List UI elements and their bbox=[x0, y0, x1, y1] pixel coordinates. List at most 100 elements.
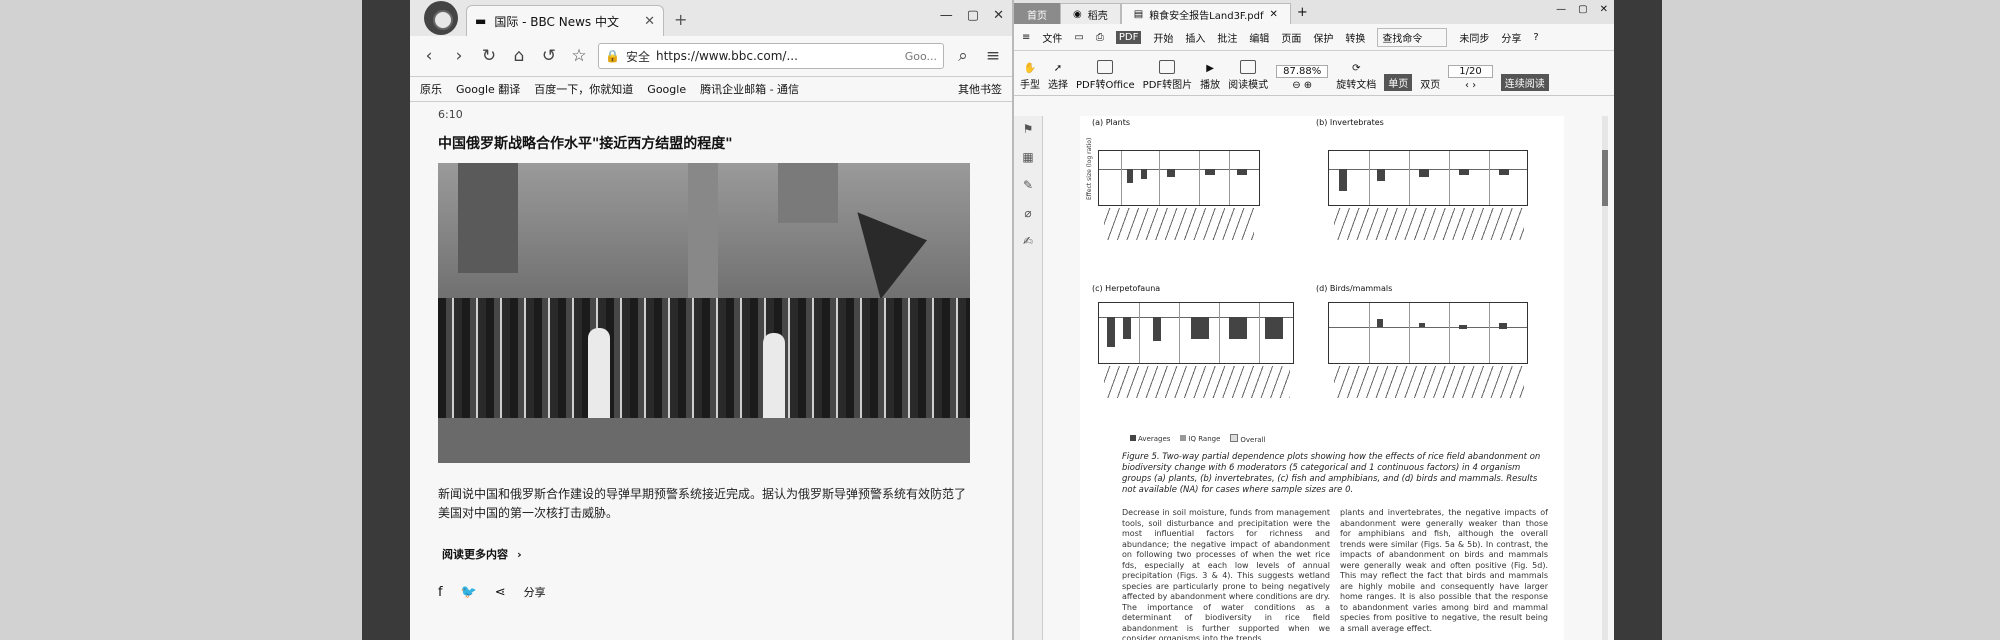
reading-mode-label: 阅读模式 bbox=[1228, 80, 1269, 91]
zoom-icons: ⊖ ⊕ bbox=[1292, 80, 1313, 91]
figure-a-title: (a) Plants bbox=[1092, 118, 1131, 127]
figure-d-plot bbox=[1328, 302, 1528, 364]
pdf-to-office-button[interactable]: PDF转Office bbox=[1076, 60, 1135, 91]
effect-bar bbox=[1459, 169, 1469, 175]
bookmark-item[interactable]: 百度一下，你就知道 bbox=[534, 81, 633, 97]
maximize-button[interactable]: ▢ bbox=[967, 8, 979, 23]
menu-convert[interactable]: 转换 bbox=[1345, 30, 1365, 45]
folder-icon[interactable]: ▭ bbox=[1074, 32, 1083, 43]
photo-troops bbox=[438, 298, 970, 438]
page-control[interactable]: 1/20 ‹ › bbox=[1448, 65, 1493, 91]
menu-icon[interactable]: ≡ bbox=[982, 46, 1004, 66]
back-icon[interactable]: ‹ bbox=[418, 46, 440, 66]
pdf-menu-bar: ≡ 文件 ▭ ⎙ PDF 开始 插入 批注 编辑 页面 保护 转换 查找命令 未… bbox=[1014, 24, 1614, 51]
read-more-link[interactable]: 阅读更多内容 bbox=[442, 548, 508, 561]
play-button[interactable]: ▶ 播放 bbox=[1200, 63, 1220, 91]
bookmarks-more[interactable]: 其他书签 bbox=[958, 81, 1002, 97]
zero-line bbox=[1329, 327, 1527, 328]
figure-b-x-labels bbox=[1334, 208, 1524, 240]
photo-tower bbox=[458, 163, 518, 273]
comment-icon[interactable]: ✎ bbox=[1023, 178, 1033, 192]
thumbnail-icon[interactable]: ▦ bbox=[1022, 150, 1033, 164]
chevron-right-icon[interactable]: › bbox=[517, 548, 522, 561]
twitter-icon[interactable]: 🐦 bbox=[461, 585, 477, 600]
print-icon[interactable]: ⎙ bbox=[1096, 32, 1104, 43]
undo-icon[interactable]: ↺ bbox=[538, 46, 560, 66]
menu-edit[interactable]: 编辑 bbox=[1249, 30, 1269, 45]
grid-line bbox=[1139, 303, 1140, 363]
single-page-button[interactable]: 单页 bbox=[1384, 74, 1413, 91]
page-nav-icons: ‹ › bbox=[1464, 80, 1477, 91]
menu-start[interactable]: 开始 bbox=[1153, 30, 1173, 45]
figure-b-plot bbox=[1328, 150, 1528, 206]
browser-tab[interactable]: ▬ 国际 - BBC News 中文 ✕ bbox=[466, 5, 664, 36]
reload-icon[interactable]: ↻ bbox=[478, 46, 500, 66]
figure-b-title: (b) Invertebrates bbox=[1316, 118, 1384, 127]
pdf-tab-document[interactable]: ▤ 粮食安全报告Land3F.pdf ✕ bbox=[1120, 3, 1291, 24]
bookmark-item[interactable]: Google bbox=[647, 83, 686, 96]
facebook-icon[interactable]: f bbox=[438, 585, 443, 600]
zoom-control[interactable]: 87.88% ⊖ ⊕ bbox=[1276, 65, 1329, 91]
browser-logo-icon[interactable] bbox=[424, 1, 458, 35]
forward-icon[interactable]: › bbox=[448, 46, 470, 66]
sync-status[interactable]: 未同步 bbox=[1459, 30, 1489, 45]
device-screen: ▬ 国际 - BBC News 中文 ✕ + — ▢ ✕ ‹ › ↻ ⌂ ↺ ☆… bbox=[410, 0, 1614, 640]
new-tab-icon[interactable]: + bbox=[674, 10, 687, 29]
effect-bar bbox=[1191, 317, 1209, 339]
menu-comment[interactable]: 批注 bbox=[1217, 30, 1237, 45]
article-headline[interactable]: 中国俄罗斯战略合作水平"接近西方结盟的程度" bbox=[438, 133, 968, 153]
hand-tool-button[interactable]: ✋ 手型 bbox=[1020, 63, 1040, 91]
effect-bar bbox=[1153, 317, 1161, 341]
pdf-scrollbar[interactable] bbox=[1602, 116, 1608, 640]
close-tab-icon[interactable]: ✕ bbox=[1269, 9, 1277, 20]
share-button[interactable]: 分享 bbox=[1501, 30, 1521, 45]
signature-icon[interactable]: ✍ bbox=[1023, 234, 1033, 248]
menu-insert[interactable]: 插入 bbox=[1185, 30, 1205, 45]
bookmark-item[interactable]: 腾讯企业邮箱 - 通信 bbox=[700, 81, 799, 97]
bookmark-icon[interactable]: ⚑ bbox=[1023, 122, 1034, 136]
minimize-button[interactable]: — bbox=[1556, 4, 1566, 15]
find-command-input[interactable]: 查找命令 bbox=[1377, 27, 1448, 47]
continuous-button[interactable]: 连续阅读 bbox=[1500, 74, 1549, 91]
attachment-icon[interactable]: ⌀ bbox=[1024, 206, 1031, 220]
pdf-home-tab[interactable]: 首页 bbox=[1014, 3, 1060, 24]
maximize-button[interactable]: ▢ bbox=[1578, 4, 1587, 15]
menu-file[interactable]: 文件 bbox=[1042, 30, 1062, 45]
new-tab-icon[interactable]: + bbox=[1297, 5, 1308, 20]
rotate-button[interactable]: ⟳ 旋转文档 bbox=[1336, 63, 1376, 91]
address-url: https://www.bbc.com/... bbox=[655, 49, 798, 63]
image-icon bbox=[1159, 60, 1176, 74]
select-tool-button[interactable]: ➚ 选择 bbox=[1048, 63, 1068, 91]
grid-line bbox=[1121, 151, 1122, 205]
pdf-page: (a) Plants Effect size (log ratio) (b) I… bbox=[1080, 116, 1564, 640]
zoom-value[interactable]: 87.88% bbox=[1276, 65, 1329, 78]
pdf-tab-daoke[interactable]: ◉ 稻壳 bbox=[1060, 3, 1121, 24]
grid-line bbox=[1409, 303, 1410, 363]
close-tab-icon[interactable]: ✕ bbox=[644, 14, 655, 29]
effect-bar bbox=[1459, 325, 1467, 329]
share-count[interactable]: 分享 bbox=[524, 584, 546, 600]
home-icon[interactable]: ⌂ bbox=[508, 46, 530, 66]
minimize-button[interactable]: — bbox=[940, 8, 953, 23]
figure-d-title: (d) Birds/mammals bbox=[1316, 284, 1393, 293]
search-icon[interactable]: ⌕ bbox=[952, 46, 974, 66]
address-bar[interactable]: 🔒 安全 https://www.bbc.com/... Goo... bbox=[598, 43, 944, 69]
close-button[interactable]: ✕ bbox=[993, 8, 1004, 23]
menu-protect[interactable]: 保护 bbox=[1313, 30, 1333, 45]
bookmark-item[interactable]: Google 翻译 bbox=[456, 81, 520, 97]
hamburger-icon[interactable]: ≡ bbox=[1022, 32, 1030, 43]
page-input[interactable]: 1/20 bbox=[1448, 65, 1493, 78]
close-button[interactable]: ✕ bbox=[1600, 4, 1608, 15]
share-icon[interactable]: ⋖ bbox=[495, 585, 506, 600]
double-page-button[interactable]: 双页 bbox=[1420, 76, 1440, 91]
figure-legend: Averages IQ Range Overall bbox=[1130, 434, 1265, 444]
pdf-to-image-button[interactable]: PDF转图片 bbox=[1143, 60, 1192, 91]
star-icon[interactable]: ☆ bbox=[568, 46, 590, 66]
menu-pdf-tag: PDF bbox=[1115, 30, 1142, 44]
share-bar: f 🐦 ⋖ 分享 bbox=[438, 584, 968, 600]
help-button[interactable]: ? bbox=[1533, 32, 1538, 43]
bookmark-item[interactable]: 原乐 bbox=[420, 81, 442, 97]
menu-page[interactable]: 页面 bbox=[1281, 30, 1301, 45]
pdf-scrollbar-thumb[interactable] bbox=[1602, 150, 1608, 206]
reading-mode-button[interactable]: 阅读模式 bbox=[1228, 60, 1268, 91]
